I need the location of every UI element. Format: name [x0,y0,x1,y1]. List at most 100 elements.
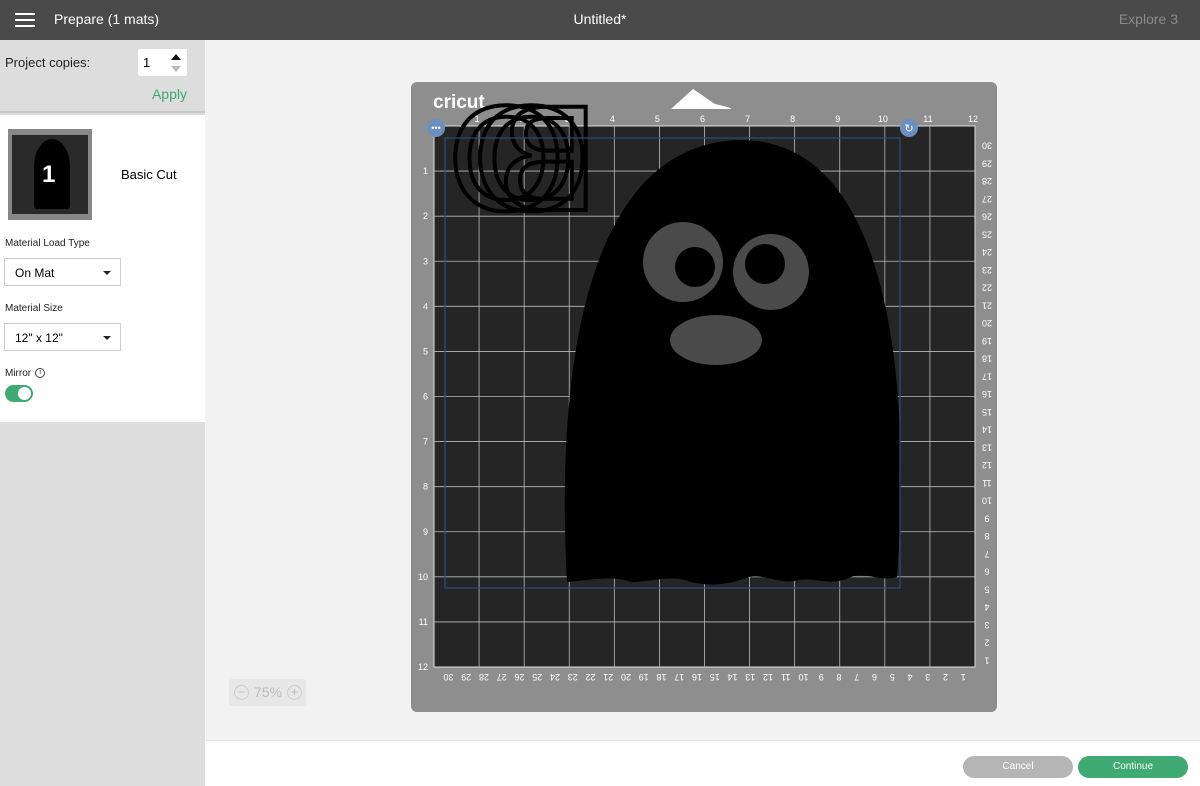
ruler-right-cm-label: 13 [982,442,992,452]
increment-icon[interactable] [171,54,181,60]
ruler-bottom-cm-label: 7 [854,672,859,682]
ruler-top-label: 7 [745,114,750,124]
ruler-bottom-cm-label: 20 [621,672,631,682]
zoom-control: − 75% + [229,679,306,706]
material-size-select[interactable]: 12" x 12" [4,323,121,351]
ruler-left-label: 4 [423,301,428,311]
ruler-right-cm-label: 27 [982,194,992,204]
ruler-bottom-cm-label: 14 [728,672,738,682]
mat-thumbnail[interactable]: 1 [8,129,92,220]
ruler-right-cm-label: 1 [984,655,989,665]
ruler-left-label: 7 [423,437,428,447]
ruler-bottom-cm-label: 17 [674,672,684,682]
project-copies-input[interactable]: 1 [138,49,187,76]
menu-icon[interactable] [15,13,35,27]
ghost-left-pupil [675,247,715,287]
ruler-right-cm-label: 2 [984,638,989,648]
ruler-right-cm-label: 5 [984,584,989,594]
mat-number: 1 [42,161,56,188]
ruler-bottom-cm-label: 30 [444,672,454,682]
ruler-bottom-cm-label: 15 [710,672,720,682]
ruler-bottom-cm-label: 11 [781,672,790,682]
zoom-in-button[interactable]: + [287,685,302,700]
ruler-right-cm-label: 30 [982,141,992,151]
svg-text:•••: ••• [431,123,440,133]
load-type-label: Material Load Type [5,238,90,249]
info-icon[interactable]: i [35,368,46,379]
ruler-left-label: 11 [419,617,428,627]
ruler-top-label: 8 [790,114,795,124]
ruler-left-label: 6 [423,392,428,402]
mirror-label: Mirror [5,368,32,379]
ruler-bottom-cm-label: 6 [872,672,877,682]
sidebar: Project copies: 1 Apply 1 Basic Cut Mate… [0,40,205,786]
cancel-button[interactable]: Cancel [963,756,1073,778]
ruler-top-label: 4 [610,114,615,124]
ruler-right-cm-label: 14 [982,425,992,435]
caret-down-icon [103,271,111,275]
ruler-bottom-cm-label: 2 [943,672,948,682]
ruler-left-label: 5 [423,346,428,356]
ruler-bottom-cm-label: 22 [586,672,596,682]
ruler-bottom-cm-label: 28 [479,672,489,682]
ruler-right-cm-label: 17 [982,371,992,381]
ruler-top-label: 10 [878,114,888,124]
ruler-right-cm-label: 12 [982,460,992,470]
ruler-left-label: 1 [423,166,428,176]
ruler-right-cm-label: 3 [984,620,989,630]
machine-selector[interactable]: Explore 3 [1119,11,1178,27]
load-type-value: On Mat [15,266,55,280]
zoom-level: 75% [254,684,283,700]
ruler-top-label: 9 [835,114,840,124]
ruler-left-label: 2 [423,211,428,221]
mat-settings-panel: 1 Basic Cut Material Load Type On Mat Ma… [0,115,205,422]
project-copies-label: Project copies: [5,55,91,70]
ruler-right-cm-label: 25 [982,229,992,239]
ghost-right-pupil [745,244,785,284]
ruler-left-label: 9 [423,527,428,537]
ruler-right-cm-label: 28 [982,176,992,186]
ruler-right-cm-label: 4 [984,602,989,612]
ruler-right-cm-label: 9 [984,513,989,523]
ruler-left-label: 12 [418,662,428,672]
ruler-bottom-cm-label: 21 [603,672,613,682]
ruler-bottom-cm-label: 4 [907,672,912,682]
ruler-bottom-cm-label: 18 [657,672,667,682]
ruler-bottom-cm-label: 13 [745,672,755,682]
ruler-right-cm-label: 18 [982,354,992,364]
copies-value: 1 [143,55,151,70]
ruler-top-label: 5 [655,114,660,124]
ruler-bottom-cm-label: 8 [836,672,841,682]
load-type-select[interactable]: On Mat [4,258,121,286]
mirror-toggle[interactable] [5,385,33,402]
material-size-label: Material Size [5,303,63,314]
ruler-right-cm-label: 10 [982,496,992,506]
ruler-bottom-cm-label: 25 [532,672,542,682]
prepare-title: Prepare (1 mats) [54,11,160,27]
ruler-bottom-cm-label: 24 [550,672,560,682]
ruler-bottom-cm-label: 16 [692,672,702,682]
ruler-right-cm-label: 24 [982,247,992,257]
boo-text[interactable]: BOO [446,72,600,244]
decrement-icon[interactable] [171,66,181,72]
ruler-bottom-cm-label: 23 [568,672,578,682]
ruler-bottom-cm-label: 9 [819,672,824,682]
ruler-right-cm-label: 11 [982,478,991,488]
ruler-right-cm-label: 19 [982,336,992,346]
ruler-right-cm-label: 15 [982,407,992,417]
zoom-out-button[interactable]: − [234,685,249,700]
ruler-right-cm-label: 8 [984,531,989,541]
continue-button[interactable]: Continue [1078,756,1188,778]
caret-down-icon [103,336,111,340]
project-title: Untitled* [573,11,627,27]
ruler-bottom-cm-label: 1 [961,672,966,682]
ruler-bottom-cm-label: 12 [763,672,773,682]
ruler-bottom-cm-label: 19 [639,672,649,682]
ruler-bottom-cm-label: 26 [515,672,525,682]
apply-button[interactable]: Apply [152,86,187,102]
mat-canvas: cricut 112233445566778899101011111212112… [418,72,992,682]
ruler-bottom-cm-label: 10 [798,672,808,682]
ruler-bottom-cm-label: 3 [925,672,930,682]
ruler-right-cm-label: 20 [982,318,992,328]
ruler-right-cm-label: 7 [984,549,989,559]
